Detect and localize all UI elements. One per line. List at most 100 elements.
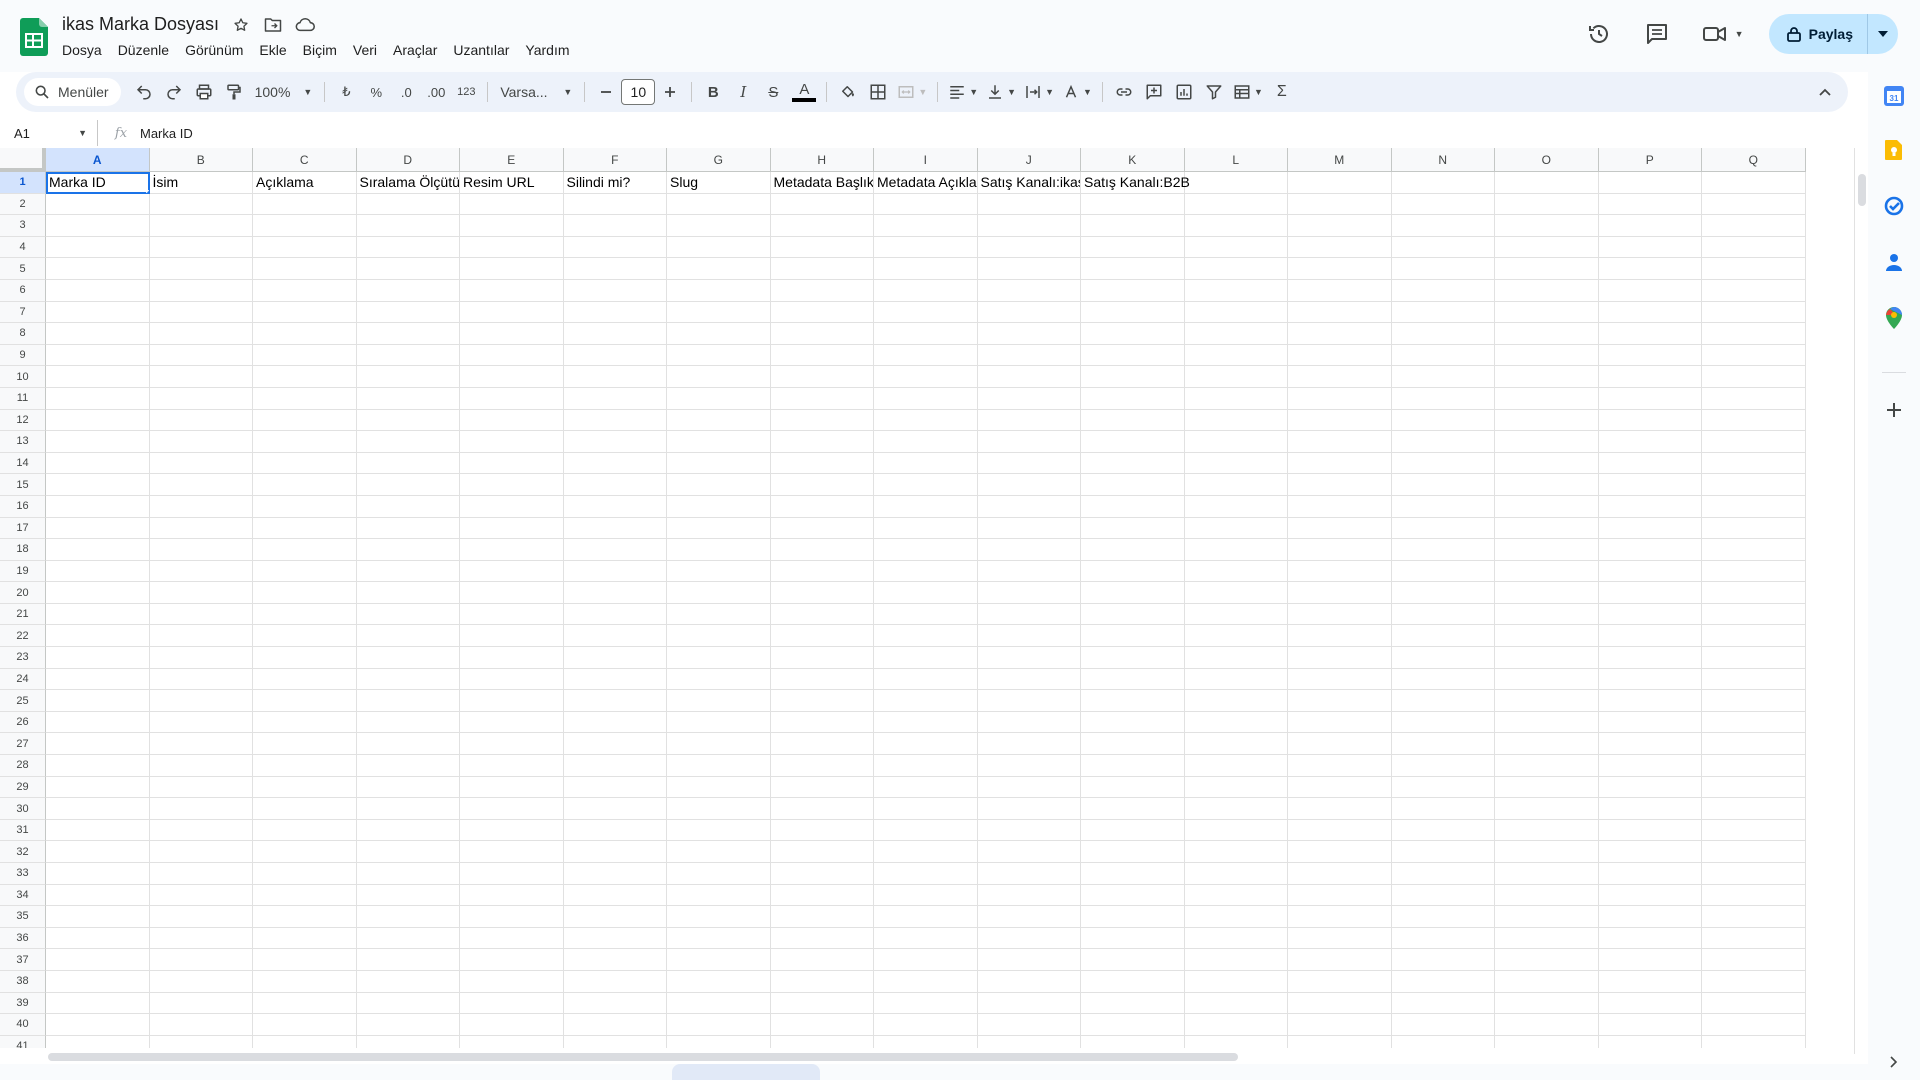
cell-h27[interactable] — [770, 733, 874, 756]
cell-c8[interactable] — [253, 323, 357, 345]
cell-d25[interactable] — [356, 690, 460, 712]
filter-icon[interactable] — [1200, 78, 1228, 106]
cell-g32[interactable] — [667, 841, 771, 863]
cell-m20[interactable] — [1288, 582, 1392, 604]
cell-h38[interactable] — [770, 970, 874, 993]
cell-g17[interactable] — [667, 517, 771, 540]
cell-o28[interactable] — [1495, 755, 1599, 777]
row-header[interactable]: 30 — [0, 798, 46, 820]
cell-h6[interactable] — [770, 279, 874, 302]
cell-g2[interactable] — [667, 193, 771, 216]
cell-p27[interactable] — [1598, 733, 1702, 756]
cell-n9[interactable] — [1391, 344, 1495, 367]
cell-a30[interactable] — [46, 798, 150, 820]
cell-f11[interactable] — [563, 387, 667, 410]
cell-g7[interactable] — [667, 301, 771, 324]
cell-p24[interactable] — [1598, 668, 1702, 691]
cell-m36[interactable] — [1288, 927, 1392, 950]
cell-q3[interactable] — [1702, 215, 1806, 237]
row-header[interactable]: 18 — [0, 539, 46, 561]
cell-n16[interactable] — [1391, 495, 1495, 518]
cell-e13[interactable] — [460, 431, 564, 453]
cell-a19[interactable] — [46, 560, 150, 583]
row-header[interactable]: 7 — [0, 301, 46, 324]
cell-n12[interactable] — [1391, 409, 1495, 432]
cell-m2[interactable] — [1288, 193, 1392, 216]
column-header-l[interactable]: L — [1184, 148, 1288, 172]
cell-m32[interactable] — [1288, 841, 1392, 863]
cell-q19[interactable] — [1702, 560, 1806, 583]
cell-e4[interactable] — [460, 236, 564, 259]
cell-a6[interactable] — [46, 279, 150, 302]
cell-e14[interactable] — [460, 452, 564, 475]
cell-i7[interactable] — [874, 301, 978, 324]
italic-button[interactable]: I — [729, 78, 757, 106]
cell-c6[interactable] — [253, 279, 357, 302]
cell-q27[interactable] — [1702, 733, 1806, 756]
cell-d21[interactable] — [356, 603, 460, 626]
cell-f34[interactable] — [563, 884, 667, 907]
cell-o18[interactable] — [1495, 539, 1599, 561]
cell-k31[interactable] — [1081, 819, 1185, 842]
row-header[interactable]: 13 — [0, 431, 46, 453]
cell-n27[interactable] — [1391, 733, 1495, 756]
cell-q22[interactable] — [1702, 625, 1806, 648]
cell-c13[interactable] — [253, 431, 357, 453]
row-header[interactable]: 8 — [0, 323, 46, 345]
cell-f18[interactable] — [563, 539, 667, 561]
cell-k27[interactable] — [1081, 733, 1185, 756]
cell-i2[interactable] — [874, 193, 978, 216]
menu-format[interactable]: Biçim — [295, 40, 345, 60]
cell-b25[interactable] — [149, 690, 253, 712]
cell-o22[interactable] — [1495, 625, 1599, 648]
column-header-c[interactable]: C — [253, 148, 357, 172]
cell-k29[interactable] — [1081, 776, 1185, 799]
cell-g18[interactable] — [667, 539, 771, 561]
cell-l39[interactable] — [1184, 992, 1288, 1015]
cell-q8[interactable] — [1702, 323, 1806, 345]
cell-a9[interactable] — [46, 344, 150, 367]
cell-o20[interactable] — [1495, 582, 1599, 604]
cell-i5[interactable] — [874, 258, 978, 280]
cell-k16[interactable] — [1081, 495, 1185, 518]
cell-a28[interactable] — [46, 755, 150, 777]
row-header[interactable]: 17 — [0, 517, 46, 540]
cell-n29[interactable] — [1391, 776, 1495, 799]
cell-a26[interactable] — [46, 711, 150, 734]
vertical-scroll-thumb[interactable] — [1858, 174, 1866, 206]
cell-q23[interactable] — [1702, 647, 1806, 669]
cell-d1[interactable]: Sıralama Ölçütü — [356, 172, 460, 194]
row-header[interactable]: 38 — [0, 970, 46, 993]
search-menus[interactable]: Menüler — [24, 78, 121, 106]
cell-c4[interactable] — [253, 236, 357, 259]
cell-d6[interactable] — [356, 279, 460, 302]
cell-f29[interactable] — [563, 776, 667, 799]
cell-i33[interactable] — [874, 863, 978, 885]
cell-b15[interactable] — [149, 474, 253, 496]
cell-h10[interactable] — [770, 366, 874, 388]
column-header-j[interactable]: J — [977, 148, 1081, 172]
cell-e29[interactable] — [460, 776, 564, 799]
cell-k15[interactable] — [1081, 474, 1185, 496]
cell-e37[interactable] — [460, 949, 564, 971]
cell-c28[interactable] — [253, 755, 357, 777]
cell-p30[interactable] — [1598, 798, 1702, 820]
cell-k21[interactable] — [1081, 603, 1185, 626]
cell-e16[interactable] — [460, 495, 564, 518]
cell-q5[interactable] — [1702, 258, 1806, 280]
cell-n23[interactable] — [1391, 647, 1495, 669]
cell-k17[interactable] — [1081, 517, 1185, 540]
cell-j25[interactable] — [977, 690, 1081, 712]
cell-m33[interactable] — [1288, 863, 1392, 885]
cell-h34[interactable] — [770, 884, 874, 907]
cell-g20[interactable] — [667, 582, 771, 604]
cell-m9[interactable] — [1288, 344, 1392, 367]
cell-h25[interactable] — [770, 690, 874, 712]
cell-n17[interactable] — [1391, 517, 1495, 540]
row-header[interactable]: 37 — [0, 949, 46, 971]
row-header[interactable]: 9 — [0, 344, 46, 367]
cell-f10[interactable] — [563, 366, 667, 388]
cell-m28[interactable] — [1288, 755, 1392, 777]
cell-a40[interactable] — [46, 1014, 150, 1036]
cell-i14[interactable] — [874, 452, 978, 475]
